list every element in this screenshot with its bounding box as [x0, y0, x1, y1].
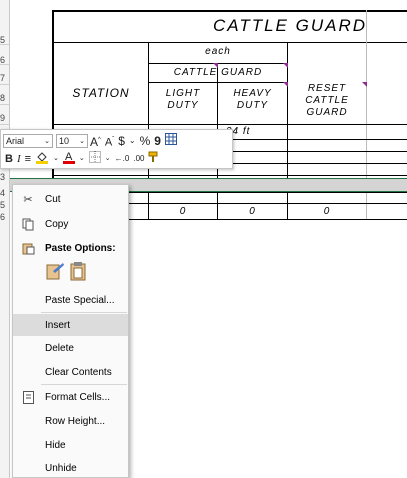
total-heavy-duty: 0: [249, 206, 256, 217]
total-reset: 0: [323, 206, 331, 217]
row-number[interactable]: 4: [0, 188, 10, 198]
menu-item-label: Hide: [45, 439, 66, 451]
menu-item-cut[interactable]: ✂ Cut: [13, 188, 128, 210]
menu-item-clear-contents[interactable]: Clear Contents: [13, 361, 128, 383]
menu-item-label: Insert: [45, 319, 71, 331]
paste-icon[interactable]: [69, 261, 87, 286]
cattle-guard-label: CATTLE GUARD: [173, 67, 263, 78]
row-number[interactable]: 3: [0, 172, 10, 182]
scissors-icon: ✂: [23, 193, 33, 206]
station-label: STATION: [72, 86, 130, 100]
comment-marker[interactable]: [213, 63, 218, 68]
reset-cattle-guard-label: RESET CATTLE GUARD: [305, 83, 349, 118]
chevron-down-icon[interactable]: ⌄: [103, 152, 113, 166]
menu-item-label: Copy: [45, 218, 69, 230]
bold-button[interactable]: B: [3, 152, 15, 166]
font-color-icon[interactable]: A: [61, 150, 77, 168]
menu-item-row-height[interactable]: Row Height...: [13, 410, 128, 432]
light-duty-label: LIGHT DUTY: [165, 88, 201, 111]
paste-option-buttons: [13, 259, 128, 287]
menu-item-label: Paste Options:: [45, 242, 116, 254]
paste-icon: [21, 241, 35, 255]
italic-button[interactable]: I: [15, 152, 23, 166]
font-name-value: Arial: [6, 136, 25, 146]
menu-item-label: Unhide: [45, 462, 77, 474]
row-header[interactable]: 5 6 7 8 9 0 1 2 3 4 5 6: [0, 0, 10, 478]
font-size-value: 10: [59, 136, 70, 146]
comma-style-button[interactable]: 9: [152, 134, 163, 148]
row-number[interactable]: 7: [0, 73, 10, 83]
grow-font-button[interactable]: A^: [88, 133, 103, 149]
context-menu: ✂ Cut Copy Paste Options: Paste Special.…: [12, 184, 129, 478]
percent-button[interactable]: %: [138, 134, 153, 148]
chevron-down-icon[interactable]: ⌄: [51, 152, 61, 166]
menu-item-hide[interactable]: Hide: [13, 434, 128, 456]
font-size-combo[interactable]: 10 ⌄: [56, 134, 88, 148]
menu-item-label: Cut: [45, 193, 61, 205]
font-name-combo[interactable]: Arial ⌄: [3, 134, 53, 148]
copy-icon: [21, 217, 35, 231]
format-painter-icon[interactable]: [146, 151, 162, 167]
align-center-icon[interactable]: ≡: [23, 152, 33, 166]
paste-formatting-icon[interactable]: [45, 261, 65, 286]
decrease-decimal-icon[interactable]: .00: [131, 152, 146, 166]
format-table-icon[interactable]: [163, 133, 179, 149]
chevron-down-icon[interactable]: ⌄: [77, 152, 87, 166]
comment-marker[interactable]: [362, 82, 367, 87]
increase-decimal-icon[interactable]: ←.0: [113, 152, 132, 166]
comment-marker[interactable]: [283, 82, 288, 87]
shrink-font-button[interactable]: Aˇ: [103, 133, 116, 150]
row-number[interactable]: 5: [0, 200, 10, 210]
chevron-down-icon: ⌄: [44, 138, 50, 145]
currency-button[interactable]: $: [116, 134, 127, 148]
row-number[interactable]: 6: [0, 212, 10, 222]
each-label: each: [205, 46, 231, 57]
fill-color-icon[interactable]: [33, 150, 51, 168]
total-light-duty: 0: [179, 206, 187, 217]
format-cells-icon: [21, 390, 35, 404]
menu-item-label: Format Cells...: [45, 391, 111, 403]
borders-icon[interactable]: [87, 151, 103, 167]
chevron-down-icon[interactable]: ⌄: [127, 134, 138, 148]
row-number[interactable]: 8: [0, 93, 10, 103]
menu-item-paste-options: Paste Options:: [13, 237, 128, 259]
mini-toolbar: Arial ⌄ 10 ⌄ A^ Aˇ $ ⌄ % 9 B I ≡ ⌄ A ⌄ ⌄…: [0, 129, 233, 169]
menu-item-delete[interactable]: Delete: [13, 337, 128, 359]
menu-item-label: Row Height...: [45, 415, 106, 427]
menu-item-insert[interactable]: Insert: [13, 314, 128, 336]
row-number[interactable]: 9: [0, 113, 10, 123]
menu-item-label: Clear Contents: [45, 366, 112, 378]
heavy-duty-label: HEAVY DUTY: [233, 88, 272, 111]
comment-marker[interactable]: [283, 63, 288, 68]
menu-item-paste-special[interactable]: Paste Special...: [13, 289, 128, 311]
menu-item-format-cells[interactable]: Format Cells...: [13, 386, 128, 408]
menu-item-unhide[interactable]: Unhide: [13, 457, 128, 478]
menu-item-label: Delete: [45, 342, 74, 354]
menu-item-copy[interactable]: Copy: [13, 213, 128, 235]
table-title: CATTLE GUARD: [212, 16, 368, 35]
menu-item-label: Paste Special...: [45, 294, 115, 306]
chevron-down-icon: ⌄: [79, 138, 85, 145]
